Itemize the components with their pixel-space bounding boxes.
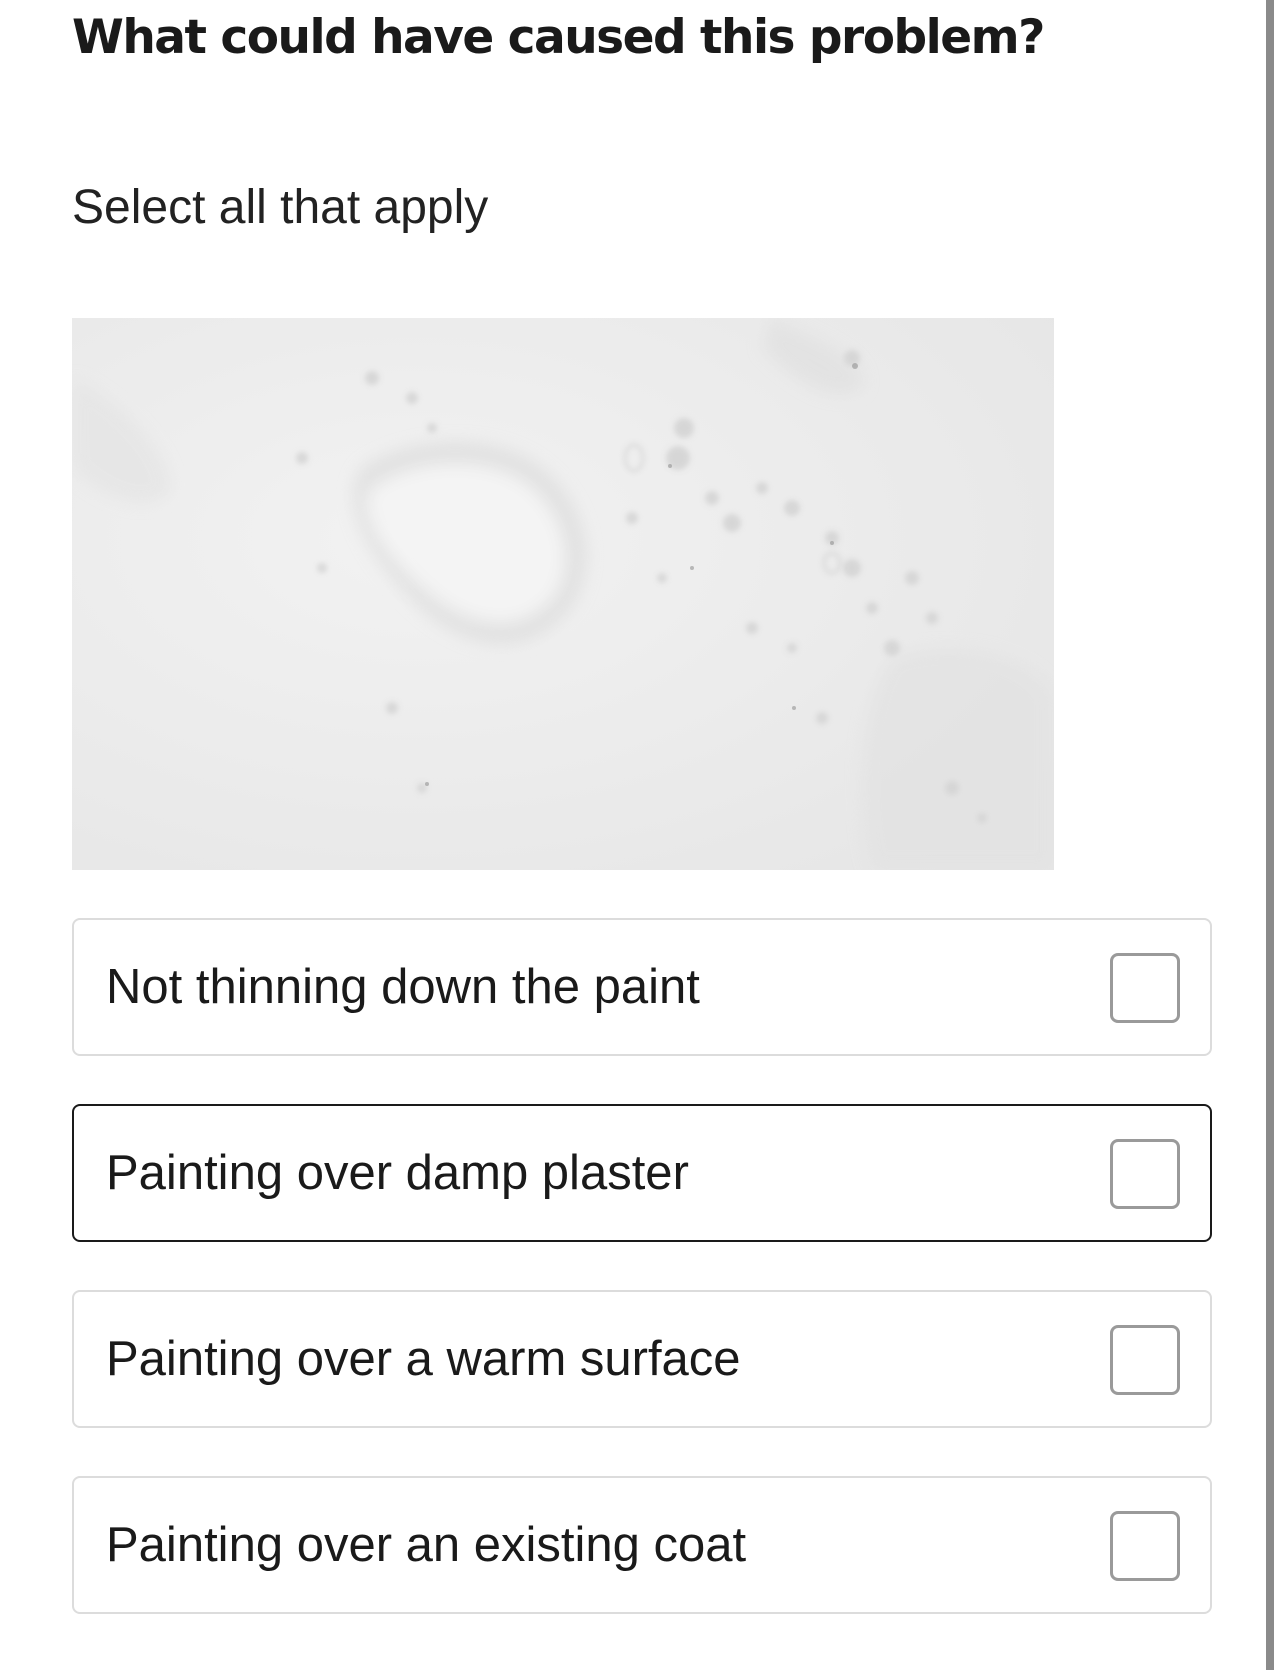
option-label: Painting over an existing coat [106, 1518, 747, 1572]
checkbox[interactable] [1110, 953, 1180, 1023]
option-existing-coat[interactable]: Painting over an existing coat [72, 1476, 1212, 1614]
option-label: Not thinning down the paint [106, 960, 700, 1014]
option-label: Painting over damp plaster [106, 1146, 689, 1200]
checkbox[interactable] [1110, 1139, 1180, 1209]
checkbox[interactable] [1110, 1511, 1180, 1581]
scrollbar[interactable] [1266, 0, 1274, 1670]
question-instruction: Select all that apply [72, 181, 489, 234]
option-damp-plaster[interactable]: Painting over damp plaster [72, 1104, 1212, 1242]
wall-surface-photo [72, 318, 1054, 870]
option-not-thinning-paint[interactable]: Not thinning down the paint [72, 918, 1212, 1056]
option-warm-surface[interactable]: Painting over a warm surface [72, 1290, 1212, 1428]
question-title: What could have caused this problem? [72, 10, 1045, 65]
checkbox[interactable] [1110, 1325, 1180, 1395]
option-label: Painting over a warm surface [106, 1332, 741, 1386]
